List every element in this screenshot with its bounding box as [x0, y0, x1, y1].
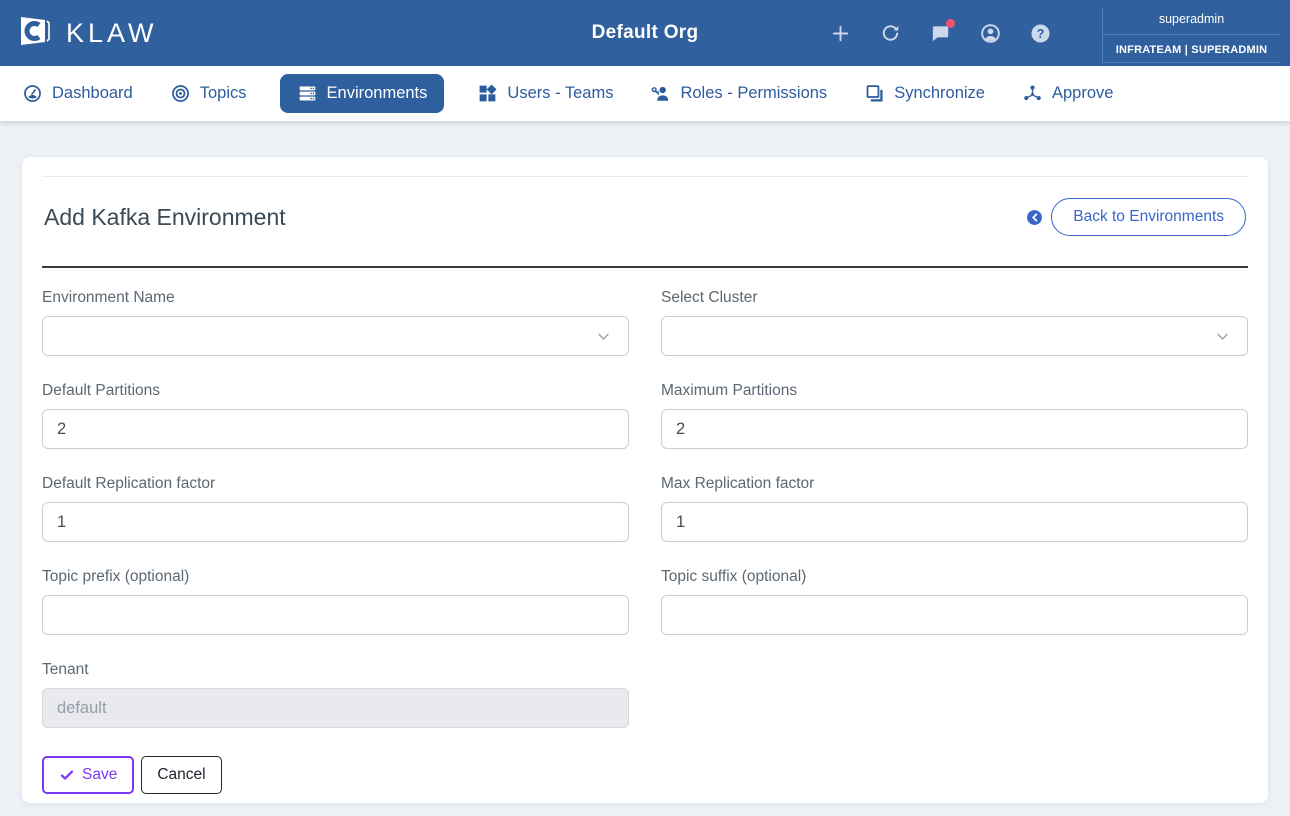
hub-network-icon: [1024, 85, 1041, 101]
plus-icon[interactable]: [829, 22, 852, 45]
card-header: Add Kafka Environment Back to Environmen…: [42, 177, 1248, 266]
topic-prefix-input[interactable]: [42, 595, 629, 635]
main-content: Add Kafka Environment Back to Environmen…: [0, 121, 1290, 803]
tab-label: Dashboard: [52, 84, 133, 102]
add-environment-card: Add Kafka Environment Back to Environmen…: [22, 157, 1268, 803]
user-menu[interactable]: superadmin INFRATEAM | SUPERADMIN: [1102, 8, 1280, 63]
server-stack-icon: [299, 86, 315, 101]
field-max-replication-factor: Max Replication factor: [661, 475, 1248, 542]
topic-prefix-label: Topic prefix (optional): [42, 568, 190, 585]
maximum-partitions-input[interactable]: [661, 409, 1248, 449]
save-button[interactable]: Save: [42, 756, 135, 794]
field-maximum-partitions: Maximum Partitions: [661, 382, 1248, 449]
check-icon: [60, 770, 74, 780]
maximum-partitions-label: Maximum Partitions: [661, 382, 798, 399]
tenant-label: Tenant: [42, 661, 89, 678]
chevron-down-icon: [598, 333, 609, 340]
default-replication-factor-input[interactable]: [42, 502, 629, 542]
field-select-cluster: Select Cluster: [661, 289, 1248, 356]
navbar-actions: ?: [829, 0, 1052, 66]
klaw-logo[interactable]: KLAW: [14, 11, 158, 56]
tab-dashboard[interactable]: Dashboard: [18, 74, 137, 113]
field-environment-name: Environment Name: [42, 289, 629, 356]
header-divider: [42, 266, 1248, 268]
tab-label: Synchronize: [894, 84, 985, 102]
account-icon[interactable]: [979, 22, 1002, 45]
tab-label: Topics: [199, 84, 247, 102]
person-key-icon: [652, 86, 669, 101]
tab-label: Users - Teams: [507, 84, 614, 102]
tab-environments[interactable]: Environments: [279, 74, 445, 113]
klaw-logo-icon: [14, 11, 54, 56]
chat-notification-icon[interactable]: [929, 18, 955, 45]
environment-name-label: Environment Name: [42, 289, 175, 306]
brand-name: KLAW: [66, 17, 158, 48]
org-title: Default Org: [591, 22, 699, 43]
form-actions: Save Cancel: [42, 756, 1248, 794]
default-replication-factor-label: Default Replication factor: [42, 475, 216, 492]
max-replication-factor-input[interactable]: [661, 502, 1248, 542]
field-topic-suffix: Topic suffix (optional): [661, 568, 1248, 635]
dashboard-gauge-icon: [24, 85, 41, 102]
page-title: Add Kafka Environment: [44, 203, 286, 230]
back-arrow-circle-icon[interactable]: [1026, 209, 1043, 226]
tab-label: Roles - Permissions: [680, 84, 828, 102]
cancel-button[interactable]: Cancel: [141, 756, 222, 794]
tab-users-teams[interactable]: Users - Teams: [473, 74, 617, 113]
tab-label: Approve: [1052, 84, 1114, 102]
tenant-input: [42, 688, 629, 728]
select-cluster-label: Select Cluster: [661, 289, 758, 306]
tab-topics[interactable]: Topics: [166, 74, 251, 113]
default-partitions-input[interactable]: [42, 409, 629, 449]
refresh-icon[interactable]: [879, 22, 902, 45]
overlap-squares-icon: [866, 85, 883, 102]
user-team-role: INFRATEAM | SUPERADMIN: [1103, 35, 1280, 63]
field-tenant: Tenant: [42, 661, 629, 728]
user-name: superadmin: [1103, 8, 1280, 35]
topic-suffix-input[interactable]: [661, 595, 1248, 635]
environment-name-select[interactable]: [42, 316, 629, 356]
back-to-environments-button[interactable]: Back to Environments: [1051, 198, 1246, 236]
topic-suffix-label: Topic suffix (optional): [661, 568, 807, 585]
widgets-icon: [480, 84, 497, 102]
max-replication-factor-label: Max Replication factor: [661, 475, 815, 492]
select-cluster-select[interactable]: [661, 316, 1248, 356]
help-icon[interactable]: ?: [1029, 22, 1052, 45]
tab-label: Environments: [326, 84, 428, 102]
svg-text:?: ?: [1037, 26, 1045, 40]
field-default-partitions: Default Partitions: [42, 382, 629, 449]
chevron-down-icon: [1217, 333, 1228, 340]
grid-spacer: [661, 661, 1248, 754]
environment-form: Environment Name Select Cluster Default …: [42, 289, 1248, 754]
field-default-replication-factor: Default Replication factor: [42, 475, 629, 542]
top-navbar: KLAW Default Org ? superadmin INFRATEAM …: [0, 0, 1290, 66]
notification-badge: [946, 18, 955, 28]
tab-approve[interactable]: Approve: [1018, 74, 1117, 113]
save-button-label: Save: [82, 766, 118, 783]
target-icon: [171, 85, 189, 102]
tab-roles-permissions[interactable]: Roles - Permissions: [646, 74, 831, 113]
cancel-button-label: Cancel: [157, 766, 206, 783]
field-topic-prefix: Topic prefix (optional): [42, 568, 629, 635]
back-navigation: Back to Environments: [1026, 198, 1246, 236]
main-nav-tabs: Dashboard Topics Environments Users - Te…: [0, 66, 1290, 121]
tab-synchronize[interactable]: Synchronize: [860, 74, 989, 113]
default-partitions-label: Default Partitions: [42, 382, 161, 399]
